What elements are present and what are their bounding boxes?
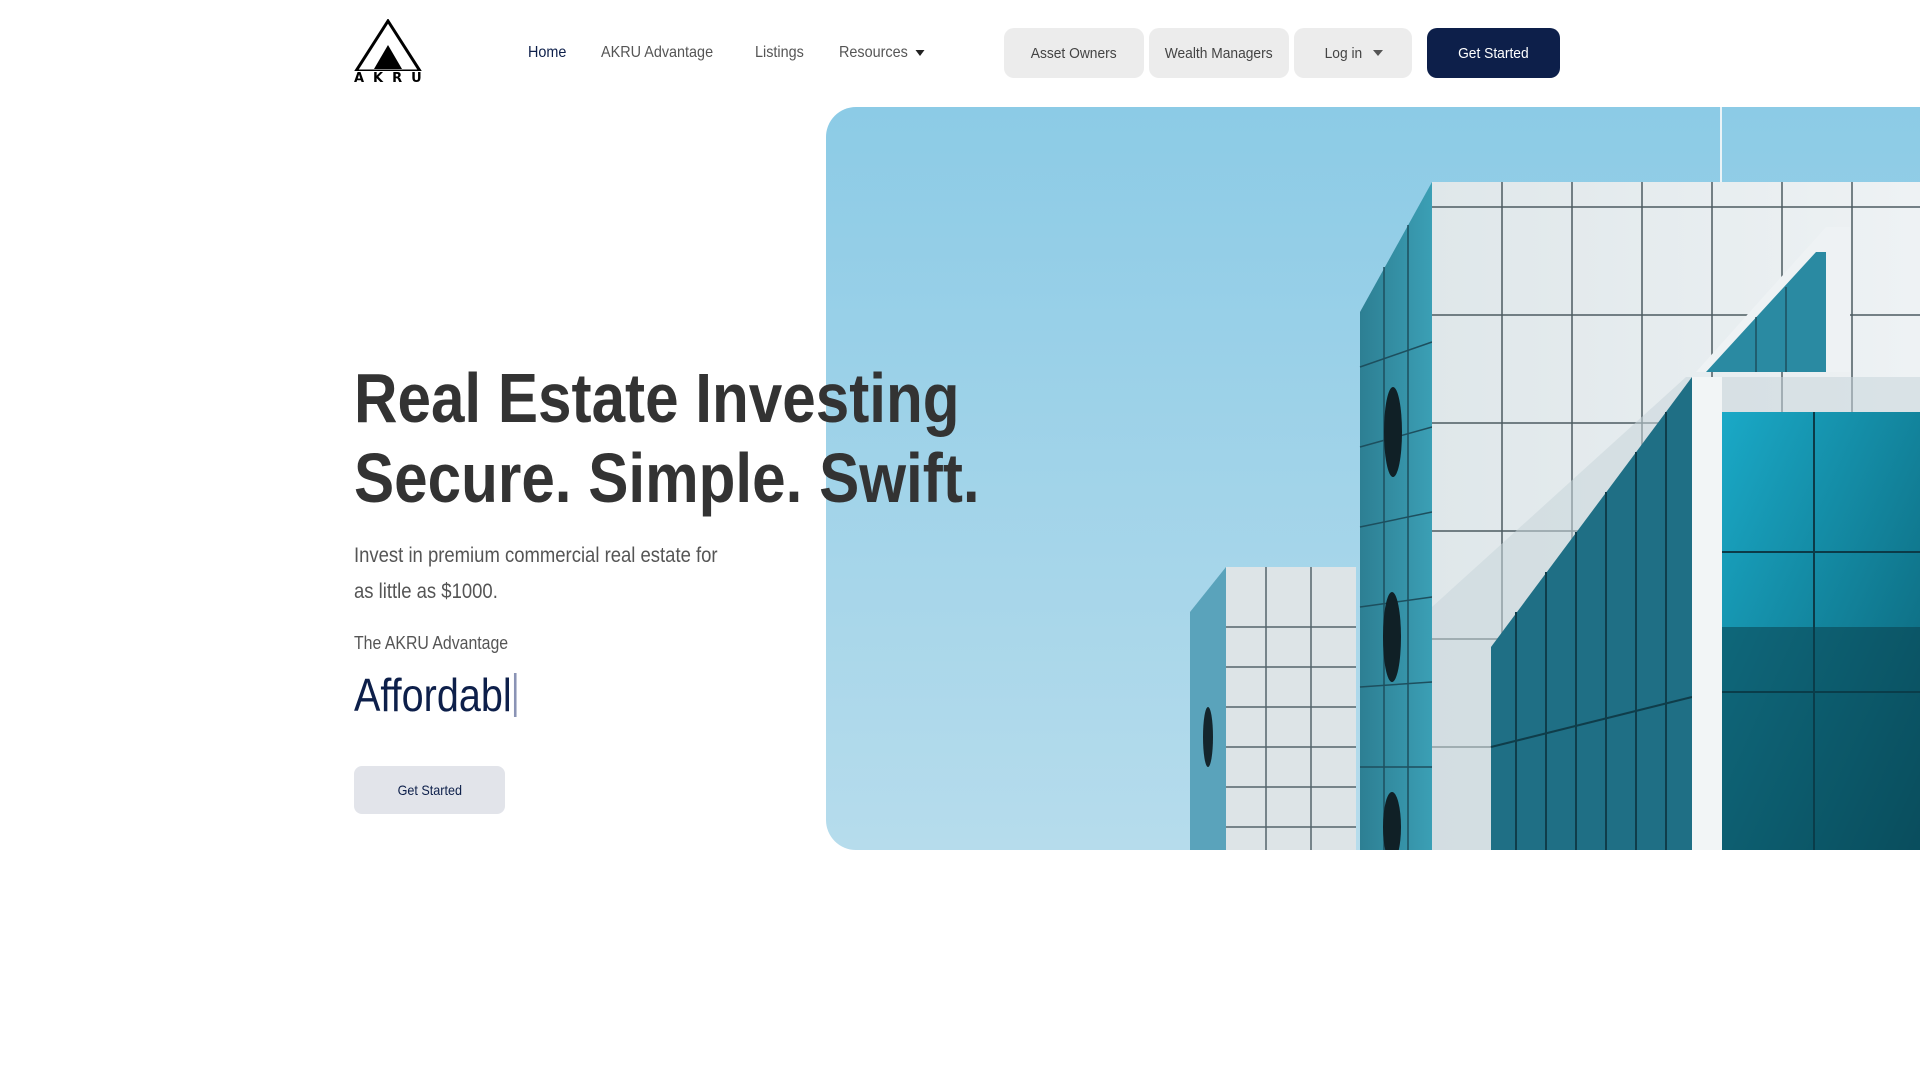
wealth-managers-button[interactable]: Wealth Managers <box>1149 28 1289 78</box>
nav-akru-advantage-label: AKRU Advantage <box>600 44 713 61</box>
hero-headline: Real Estate Investing Secure. Simple. Sw… <box>354 358 980 518</box>
hero-building-image <box>826 107 1920 850</box>
headline-line-1: Real Estate Investing <box>354 359 960 437</box>
nav-resources[interactable]: Resources <box>839 44 926 62</box>
header-get-started-label: Get Started <box>1458 44 1529 62</box>
nav-akru-advantage[interactable]: AKRU Advantage <box>601 44 713 62</box>
nav-home[interactable]: Home <box>528 44 566 62</box>
wealth-managers-label: Wealth Managers <box>1165 44 1273 62</box>
triangle-logo-icon <box>354 19 422 71</box>
brand-name: AKRU <box>354 71 431 86</box>
typed-advantage-text: Affordabl <box>354 668 517 722</box>
headline-line-2: Secure. Simple. Swift. <box>354 439 980 517</box>
nav-listings-label: Listings <box>755 44 805 61</box>
nav-home-label: Home <box>528 44 567 61</box>
nav-listings[interactable]: Listings <box>755 44 804 62</box>
login-label: Log in <box>1324 44 1362 62</box>
login-dropdown-button[interactable]: Log in <box>1294 28 1412 78</box>
asset-owners-button[interactable]: Asset Owners <box>1004 28 1144 78</box>
page: AKRU Home AKRU Advantage Listings Resour… <box>0 0 1920 1080</box>
header-get-started-button[interactable]: Get Started <box>1427 28 1560 78</box>
typed-word: Affordabl <box>354 669 512 721</box>
nav-resources-label: Resources <box>839 44 909 61</box>
akru-logo[interactable]: AKRU <box>354 19 422 89</box>
main-nav: Home AKRU Advantage Listings Resources <box>528 40 935 66</box>
building-illustration <box>826 107 1920 850</box>
asset-owners-label: Asset Owners <box>1031 44 1117 62</box>
caret-down-icon <box>1373 50 1384 56</box>
hero-get-started-label: Get Started <box>397 782 462 798</box>
hero-get-started-button[interactable]: Get Started <box>354 766 505 814</box>
caret-down-icon <box>916 50 926 56</box>
text-cursor <box>514 673 517 717</box>
advantage-label: The AKRU Advantage <box>354 633 509 653</box>
hero-subcopy: Invest in premium commercial real estate… <box>354 544 718 603</box>
